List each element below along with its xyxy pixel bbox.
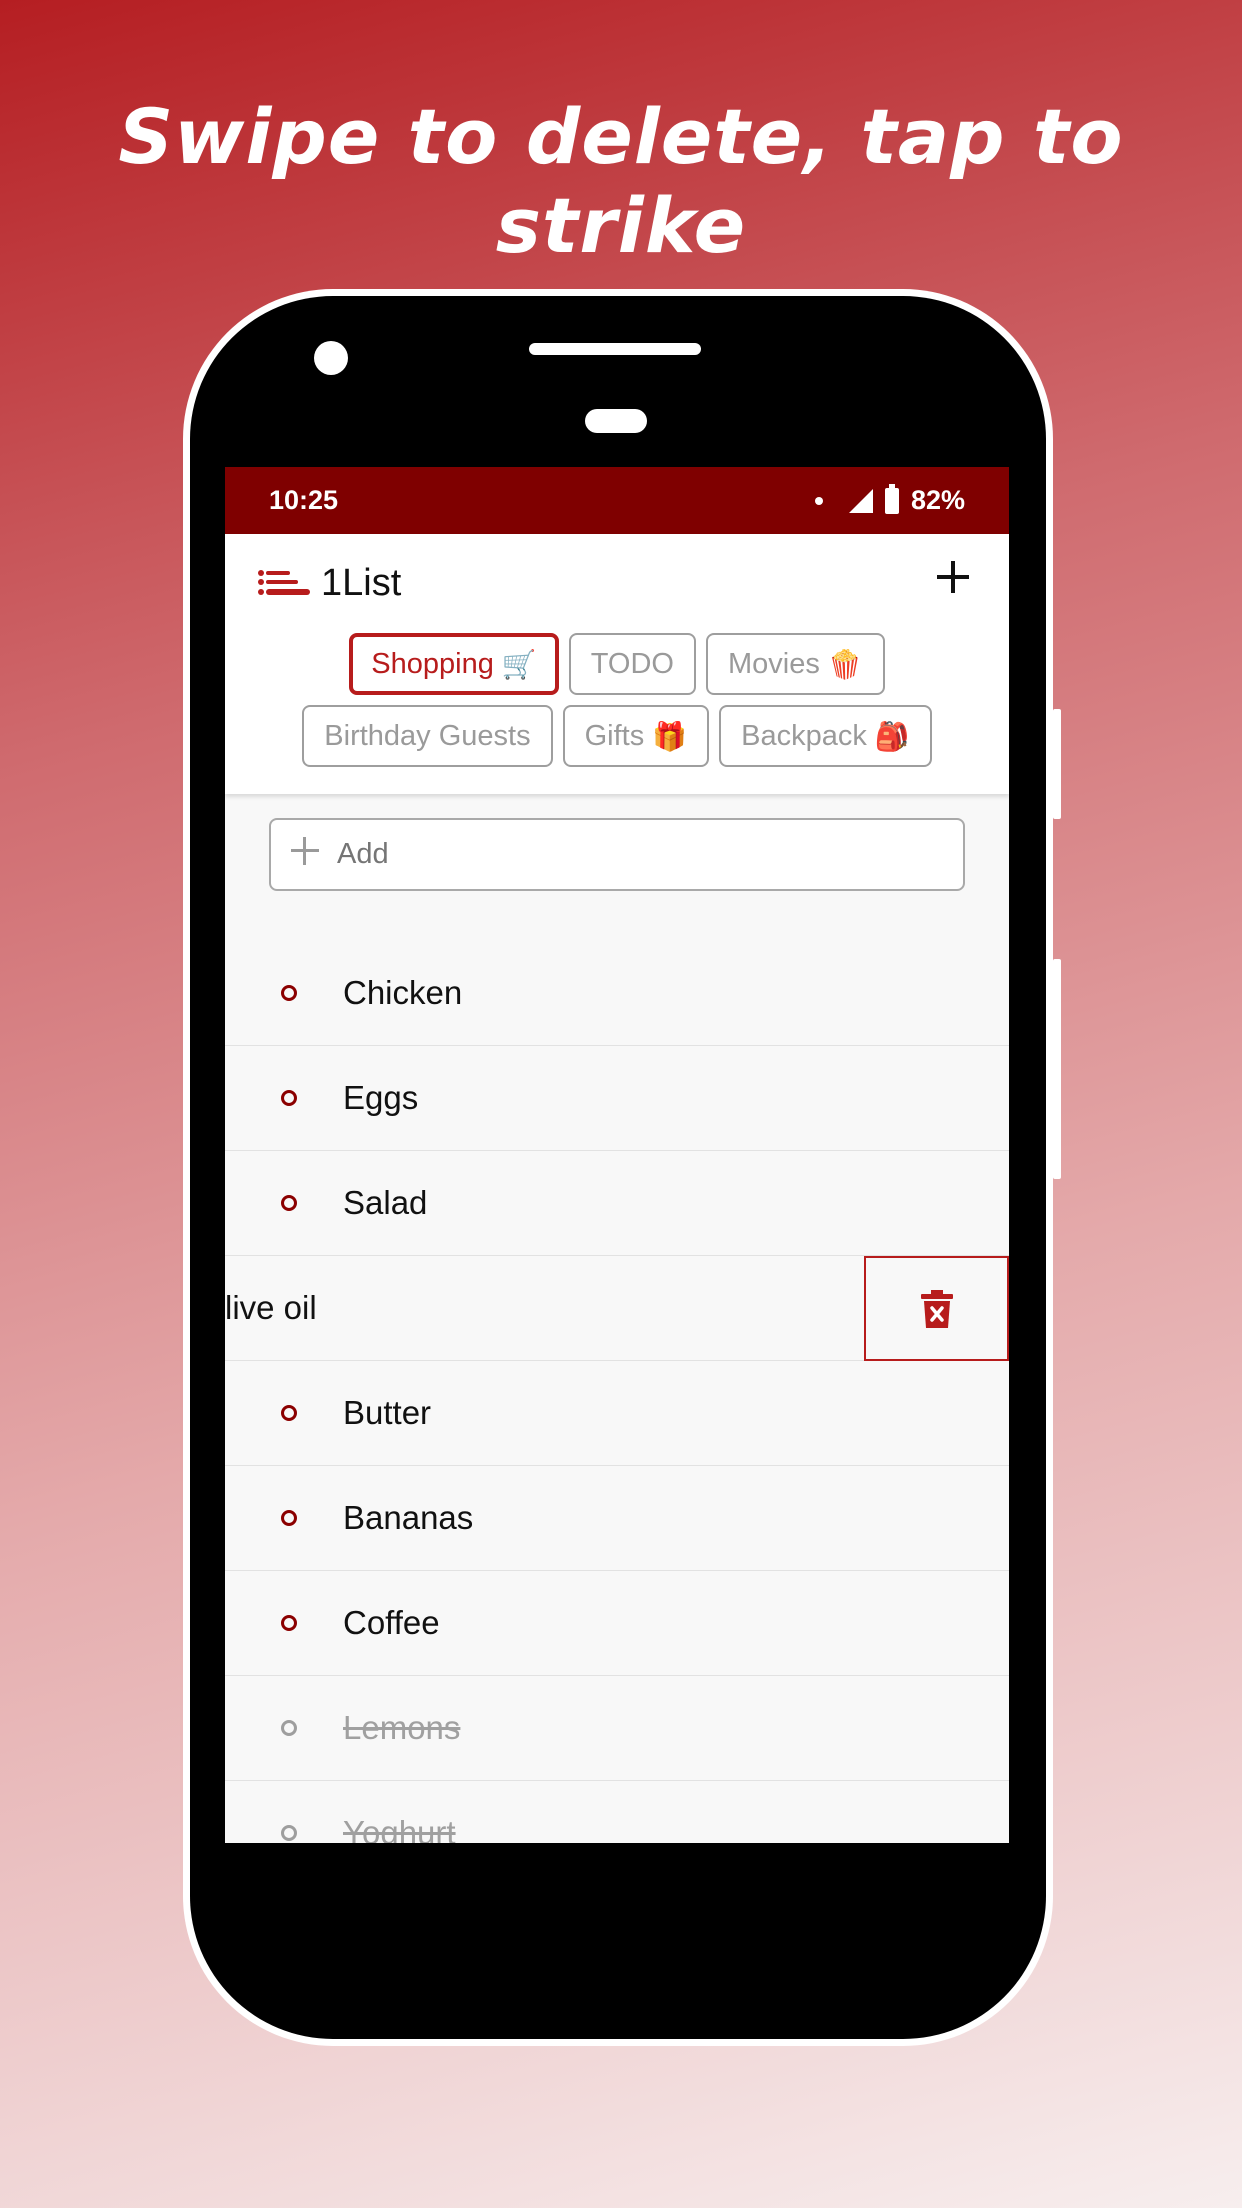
bullet-circle-icon (281, 1825, 297, 1841)
tab-label: Backpack (741, 719, 867, 752)
item-label: Butter (343, 1394, 432, 1431)
item-label: live oil (225, 1289, 317, 1326)
bullet-circle-icon (281, 985, 297, 1001)
bullet-circle-icon (281, 1510, 297, 1526)
item-label: Chicken (343, 974, 463, 1011)
tab-todo[interactable]: TODO (568, 633, 696, 695)
phone-side-button (1053, 709, 1061, 819)
status-indicators: 82% (814, 483, 965, 516)
list-item[interactable]: Bananas (225, 1466, 1009, 1571)
notification-dot-icon (814, 496, 823, 505)
add-item-field[interactable] (269, 818, 965, 891)
item-label: Yoghurt (343, 1814, 456, 1843)
bullet-circle-icon (281, 1090, 297, 1106)
list-item[interactable]: Butter (225, 1361, 1009, 1466)
bullet-circle-icon (281, 1720, 297, 1736)
trash-icon (920, 1289, 953, 1328)
list-logo-icon[interactable] (258, 570, 310, 598)
list-item[interactable]: Chicken (225, 941, 1009, 1046)
gift-emoji-icon: 🎁 (652, 720, 688, 752)
tab-shopping[interactable]: Shopping 🛒 (349, 633, 559, 695)
cart-emoji-icon: 🛒 (501, 648, 537, 680)
app-header: 1List Shopping 🛒 TODO Movies 🍿 Birthday … (225, 534, 1009, 794)
bullet-circle-icon (281, 1195, 297, 1211)
tab-gifts[interactable]: Gifts 🎁 (562, 705, 710, 767)
delete-button[interactable] (864, 1256, 1009, 1361)
tab-movies[interactable]: Movies 🍿 (705, 633, 885, 695)
tab-label: Movies (727, 647, 820, 680)
app-title: 1List (321, 562, 402, 604)
battery-icon (884, 483, 899, 514)
tab-birthday-guests[interactable]: Birthday Guests (302, 705, 553, 767)
item-label: Bananas (343, 1499, 474, 1536)
tab-label: Gifts (584, 719, 645, 752)
tab-label: Birthday Guests (324, 719, 531, 752)
add-list-button[interactable] (935, 556, 971, 604)
shopping-list: Chicken Eggs Salad live oil Butter Banan… (225, 941, 1009, 1843)
list-item[interactable]: Eggs (225, 1046, 1009, 1151)
tab-row: Shopping 🛒 TODO Movies 🍿 (225, 633, 1009, 695)
tab-backpack[interactable]: Backpack 🎒 (719, 705, 932, 767)
list-item[interactable]: Salad (225, 1151, 1009, 1256)
add-plus-icon (289, 835, 321, 874)
status-time: 10:25 (269, 485, 339, 515)
tab-row: Birthday Guests Gifts 🎁 Backpack 🎒 (225, 705, 1009, 767)
signal-icon (848, 488, 873, 513)
item-label: Salad (343, 1184, 428, 1221)
list-item-struck[interactable]: Yoghurt (225, 1781, 1009, 1843)
tab-label: Shopping (371, 647, 494, 680)
item-label: Lemons (343, 1709, 461, 1746)
proximity-sensor (585, 409, 647, 433)
item-label: Eggs (343, 1079, 419, 1116)
plus-icon (937, 561, 969, 593)
add-item-input[interactable] (337, 838, 937, 871)
list-tabs: Shopping 🛒 TODO Movies 🍿 Birthday Guests… (225, 633, 1009, 777)
bullet-circle-icon (281, 1615, 297, 1631)
battery-percent: 82% (910, 485, 965, 515)
status-bar: 10:25 82% (225, 467, 1009, 534)
list-item-struck[interactable]: Lemons (225, 1676, 1009, 1781)
phone-volume-button (1053, 959, 1061, 1179)
list-item-swiped[interactable]: live oil (225, 1256, 1009, 1361)
front-camera (314, 341, 348, 375)
backpack-emoji-icon: 🎒 (874, 720, 910, 752)
tab-label: TODO (590, 647, 674, 680)
item-label: Coffee (343, 1604, 440, 1641)
app-screen: 10:25 82% 1List Shopping 🛒 TODO Movies 🍿… (225, 467, 1009, 1843)
earpiece-speaker (529, 343, 701, 355)
promo-headline: Swipe to delete, tap to strike (118, 92, 1124, 270)
popcorn-emoji-icon: 🍿 (827, 648, 863, 680)
list-item[interactable]: Coffee (225, 1571, 1009, 1676)
bullet-circle-icon (281, 1405, 297, 1421)
